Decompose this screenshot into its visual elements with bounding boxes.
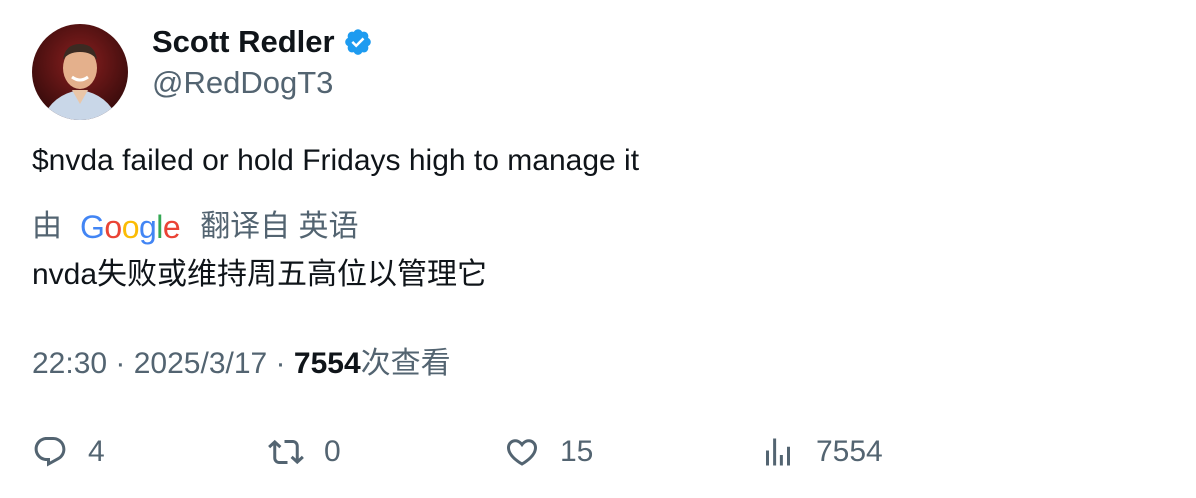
retweet-icon xyxy=(268,439,304,465)
verified-badge-icon[interactable] xyxy=(343,27,373,57)
translated-from-label: 翻译自 英语 xyxy=(200,210,359,243)
avatar[interactable] xyxy=(32,24,128,120)
retweet-button[interactable]: 0 xyxy=(268,430,341,474)
views-count: 7554 xyxy=(293,347,361,380)
tweet-time[interactable]: 22:30 xyxy=(32,347,107,380)
author-name[interactable]: Scott Redler xyxy=(152,22,335,62)
reply-icon xyxy=(34,437,66,467)
reply-count: 4 xyxy=(88,435,105,468)
meta-separator: · xyxy=(107,347,134,380)
translated-text: nvda失败或维持周五高位以管理它 xyxy=(32,258,488,291)
translation-attribution: 由 Google 翻译自 英语 xyxy=(32,207,359,247)
views-label: 次查看 xyxy=(360,347,451,380)
translated-by-label: 由 xyxy=(32,210,62,243)
heart-icon xyxy=(506,439,538,466)
action-bar: 4 0 15 7554 xyxy=(0,430,1196,474)
views-chart-icon xyxy=(766,438,790,466)
reply-button[interactable]: 4 xyxy=(32,430,105,474)
meta-separator: · xyxy=(267,347,294,380)
views-button[interactable]: 7554 xyxy=(760,430,883,474)
like-count: 15 xyxy=(560,435,594,468)
tweet-date[interactable]: 2025/3/17 xyxy=(134,347,267,380)
retweet-count: 0 xyxy=(324,435,341,468)
tweet-text: $nvda failed or hold Fridays high to man… xyxy=(32,144,640,177)
author-row: Scott Redler xyxy=(152,22,373,62)
google-logo: Google xyxy=(80,209,181,245)
views-action-count: 7554 xyxy=(816,435,883,468)
tweet-meta: 22:30 · 2025/3/17 · 7554次查看 xyxy=(32,344,451,384)
like-button[interactable]: 15 xyxy=(504,430,593,474)
author-handle[interactable]: @RedDogT3 xyxy=(152,63,333,103)
